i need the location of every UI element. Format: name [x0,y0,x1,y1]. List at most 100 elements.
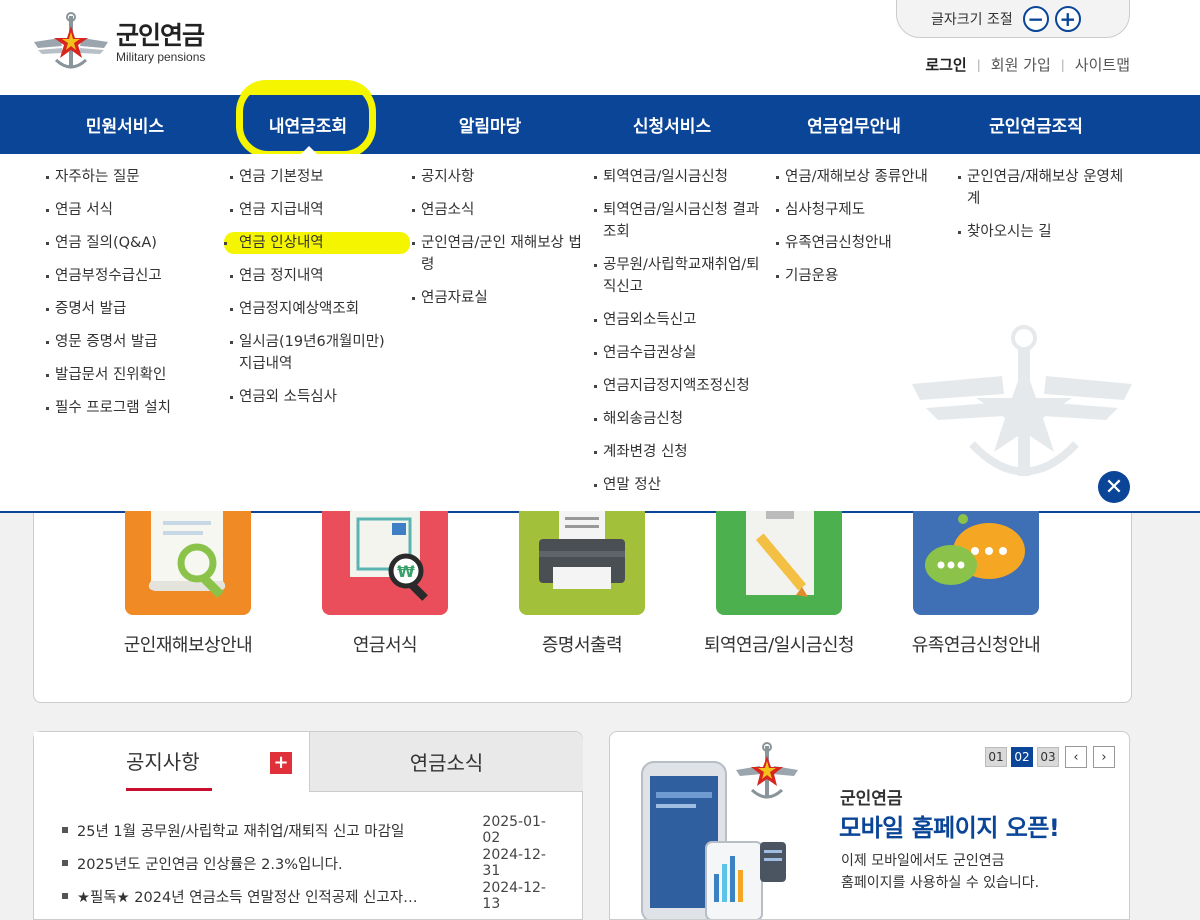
menu-item[interactable]: 일시금(19년6개월미만) 지급내역 [230,331,400,375]
menu-item[interactable]: 연금 서식 [46,199,216,221]
menu-item[interactable]: 연말 정산 [594,474,766,496]
menu-item[interactable]: 연금정지예상액조회 [230,298,400,320]
menu-item[interactable]: 기금운용 [776,265,952,287]
close-menu-button[interactable]: ✕ [1098,471,1130,503]
menu-item[interactable]: 퇴역연금/일시금신청 결과조회 [594,199,766,243]
svg-text:₩: ₩ [397,562,415,581]
menu-item[interactable]: 연금외 소득심사 [230,386,400,408]
divider: | [1060,57,1065,72]
font-decrease-button[interactable]: − [1022,6,1049,32]
mega-menu: 자주하는 질문 연금 서식 연금 질의(Q&A) 연금부정수급신고 증명서 발급… [0,154,1200,513]
quick-menu: 군인재해보상안내 ₩ 연금서식 증명서출력 퇴역연금/일시금신청 유족연금신청안… [33,511,1132,703]
menu-item[interactable]: 군인연금/재해보상 운영체계 [958,166,1136,210]
mobile-banner[interactable]: 01 02 03 ‹ › 군인연금 모바일 홈페이지 오픈! 이제 모바일에서도… [609,731,1130,920]
divider: | [976,57,981,72]
tab-notices[interactable]: 공지사항 + [34,732,309,792]
more-notices-button[interactable]: + [270,752,292,774]
menu-item[interactable]: 퇴역연금/일시금신청 [594,166,766,188]
banner-description: 이제 모바일에서도 군인연금 홈페이지를 사용하실 수 있습니다. [841,850,1039,894]
menu-item[interactable]: 해외송금신청 [594,408,766,430]
quick-item-disaster-compensation[interactable]: 군인재해보상안내 [88,511,288,657]
font-size-label: 글자크기 조절 [931,12,1013,28]
banner-page-3[interactable]: 03 [1037,747,1059,767]
signup-link[interactable]: 회원 가입 [991,54,1051,75]
notice-row[interactable]: 2025년도 군인연금 인상률은 2.3%입니다. 2024-12-31 [62,847,562,879]
printer-icon [519,511,645,615]
menu-item[interactable]: 찾아오시는 길 [958,221,1136,243]
menu-item[interactable]: 군인연금/군인 재해보상 법령 [412,232,582,276]
login-link[interactable]: 로그인 [925,54,966,75]
notice-row[interactable]: 25년 1월 공무원/사립학교 재취업/재퇴직 신고 마감일 2025-01-0… [62,814,562,846]
tab-notices-label: 공지사항 [126,750,200,774]
menu-item[interactable]: 연금자료실 [412,287,582,309]
notice-date: 2024-12-13 [482,880,546,912]
emblem-watermark-icon [912,324,1132,499]
bullet-icon [62,893,68,899]
main-nav: 민원서비스 내연금조회 알림마당 신청서비스 연금업무안내 군인연금조직 [0,95,1200,154]
banner-page-2[interactable]: 02 [1011,747,1033,767]
sitemap-link[interactable]: 사이트맵 [1075,54,1130,75]
emblem-icon [736,742,798,799]
tab-pension-news[interactable]: 연금소식 [309,732,583,792]
font-size-control: 글자크기 조절 − + [896,0,1130,38]
utility-links: 로그인 | 회원 가입 | 사이트맵 [925,54,1130,75]
menu-item[interactable]: 공지사항 [412,166,582,188]
quick-item-certificate-print[interactable]: 증명서출력 [482,511,682,657]
menu-item[interactable]: 연금 질의(Q&A) [46,232,216,254]
quick-item-pension-forms[interactable]: ₩ 연금서식 [285,511,485,657]
document-search-icon [125,511,251,615]
font-increase-button[interactable]: + [1054,6,1081,32]
menu-item[interactable]: 연금 정지내역 [230,265,400,287]
menu-item[interactable]: 연금 지급내역 [230,199,400,221]
notice-date: 2024-12-31 [482,847,546,879]
chat-bubbles-icon [913,511,1039,615]
menu-item[interactable]: 심사청구제도 [776,199,952,221]
notice-title: ★필독★ 2024년 연금소득 연말정산 인적공제 신고자… [77,889,418,906]
nav-organization[interactable]: 군인연금조직 [946,95,1126,154]
menu-item[interactable]: 연금/재해보상 종류안내 [776,166,952,188]
banner-small-title: 군인연금 [840,789,903,809]
quick-item-survivor-pension[interactable]: 유족연금신청안내 [876,511,1076,657]
form-won-search-icon: ₩ [322,511,448,615]
menu-item[interactable]: 공무원/사립학교재취업/퇴직신고 [594,254,766,298]
nav-application[interactable]: 신청서비스 [582,95,762,154]
menu-item[interactable]: 계좌변경 신청 [594,441,766,463]
banner-pager: 01 02 03 ‹ › [981,746,1115,768]
menu-item[interactable]: 자주하는 질문 [46,166,216,188]
nav-pension-guide[interactable]: 연금업무안내 [764,95,944,154]
menu-item[interactable]: 유족연금신청안내 [776,232,952,254]
menu-item[interactable]: 연금지급정지액조정신청 [594,375,766,397]
menu-column-organization: 군인연금/재해보상 운영체계 찾아오시는 길 [958,166,1136,254]
menu-item[interactable]: 증명서 발급 [46,298,216,320]
banner-desc-line: 이제 모바일에서도 군인연금 [841,853,1005,869]
menu-item[interactable]: 연금소식 [412,199,582,221]
menu-item[interactable]: 영문 증명서 발급 [46,331,216,353]
quick-item-label: 군인재해보상안내 [123,635,253,656]
logo-subtitle: Military pensions [116,50,206,64]
menu-item[interactable]: 발급문서 진위확인 [46,364,216,386]
menu-column-civil: 자주하는 질문 연금 서식 연금 질의(Q&A) 연금부정수급신고 증명서 발급… [46,166,216,430]
menu-item[interactable]: 필수 프로그램 설치 [46,397,216,419]
site-logo[interactable]: 군인연금 Military pensions [32,12,232,74]
quick-item-label: 증명서출력 [541,635,623,656]
menu-item[interactable]: 연금 기본정보 [230,166,400,188]
nav-civil-service[interactable]: 민원서비스 [35,95,215,154]
notice-title: 2025년도 군인연금 인상률은 2.3%입니다. [77,856,343,873]
menu-item[interactable]: 연금부정수급신고 [46,265,216,287]
banner-prev-button[interactable]: ‹ [1065,746,1087,768]
notice-row[interactable]: ★필독★ 2024년 연금소득 연말정산 인적공제 신고자… 2024-12-1… [62,880,562,912]
notice-date: 2025-01-02 [482,814,546,846]
menu-item-pension-increase-highlighted[interactable]: 연금 인상내역 [224,232,410,254]
menu-item[interactable]: 연금수급권상실 [594,342,766,364]
logo-title: 군인연금 [116,21,205,50]
nav-notice-board[interactable]: 알림마당 [400,95,580,154]
quick-item-label: 유족연금신청안내 [911,635,1041,656]
notice-panel: 공지사항 + 연금소식 25년 1월 공무원/사립학교 재취업/재퇴직 신고 마… [33,731,583,920]
banner-page-1[interactable]: 01 [985,747,1007,767]
quick-item-retirement-application[interactable]: 퇴역연금/일시금신청 [679,511,879,657]
quick-item-label: 퇴역연금/일시금신청 [703,635,855,656]
banner-next-button[interactable]: › [1093,746,1115,768]
menu-item[interactable]: 연금외소득신고 [594,309,766,331]
header: 군인연금 Military pensions 글자크기 조절 − + 로그인 |… [0,0,1200,95]
menu-column-my-pension: 연금 기본정보 연금 지급내역 연금 인상내역 연금 정지내역 연금정지예상액조… [224,166,410,419]
